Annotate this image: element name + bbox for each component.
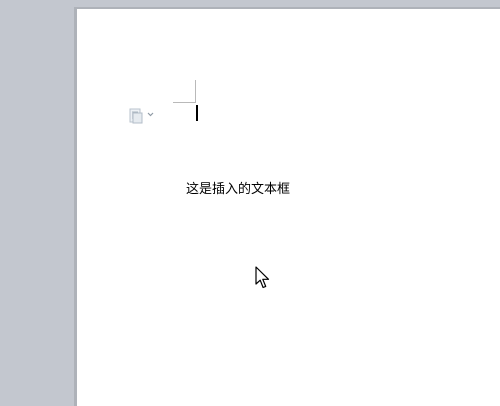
document-page[interactable]: 这是插入的文本框 (77, 9, 500, 406)
inserted-text-box[interactable]: 这是插入的文本框 (184, 177, 344, 207)
mouse-pointer-icon (255, 266, 270, 289)
margin-marker-vertical (195, 80, 196, 103)
paste-options-icon (129, 108, 143, 124)
text-caret (196, 105, 198, 121)
paste-options-button[interactable] (127, 106, 159, 126)
margin-marker-horizontal (173, 102, 196, 103)
chevron-down-icon[interactable] (147, 111, 154, 117)
document-workspace: 这是插入的文本框 (0, 0, 500, 406)
text-box-content: 这是插入的文本框 (186, 182, 291, 197)
